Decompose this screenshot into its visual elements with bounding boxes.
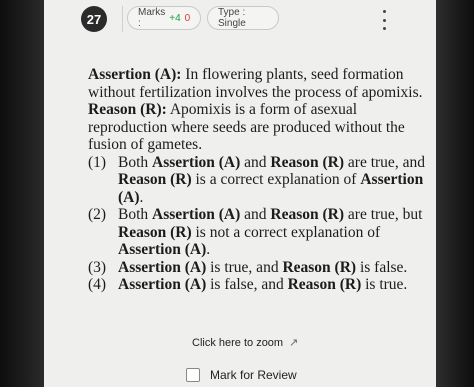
marks-positive: +4 — [169, 12, 181, 24]
marks-badge: Marks : +4 0 — [127, 6, 201, 30]
assertion-label: Assertion (A): — [88, 66, 182, 83]
question-number-badge: 27 — [81, 6, 107, 32]
header-divider — [122, 6, 123, 32]
question-body: Assertion (A): In flowering plants, seed… — [88, 66, 433, 294]
option-1[interactable]: (1) Both Assertion (A) and Reason (R) ar… — [88, 154, 433, 207]
option-text: Assertion (A) is true, and Reason (R) is… — [118, 258, 408, 276]
option-2[interactable]: (2) Both Assertion (A) and Reason (R) ar… — [88, 206, 433, 259]
option-text: Both Assertion (A) and Reason (R) are tr… — [118, 153, 425, 206]
type-label: Type : Single — [218, 7, 246, 29]
marks-label: Marks : — [138, 7, 166, 29]
review-checkbox[interactable] — [186, 368, 200, 382]
option-number: (3) — [88, 258, 107, 276]
marks-negative: 0 — [184, 12, 191, 24]
option-number: (4) — [88, 276, 107, 293]
option-number: (2) — [88, 206, 107, 223]
mark-for-review[interactable]: Mark for Review — [186, 368, 297, 382]
option-text: Assertion (A) is false, and Reason (R) i… — [118, 276, 408, 293]
option-number: (1) — [88, 153, 107, 171]
reason: Reason (R): Apomixis is a form of asexua… — [88, 101, 433, 154]
question-header: 27 Marks : +4 0 Type : Single — [44, 0, 436, 40]
zoom-label: Click here to zoom — [192, 336, 284, 349]
device-bezel-right — [436, 0, 474, 387]
expand-icon[interactable]: ↗ — [289, 336, 298, 349]
type-badge: Type : Single — [207, 6, 279, 30]
zoom-link[interactable]: Click here to zoom ↗ — [192, 336, 298, 350]
more-vertical-icon[interactable] — [378, 10, 390, 30]
reason-label: Reason (R): — [88, 101, 167, 118]
question-screen: 27 Marks : +4 0 Type : Single Assertion … — [44, 0, 436, 387]
option-text: Both Assertion (A) and Reason (R) are tr… — [118, 206, 423, 258]
assertion: Assertion (A): In flowering plants, seed… — [88, 66, 433, 101]
review-label: Mark for Review — [210, 368, 297, 382]
device-bezel-left — [0, 0, 44, 387]
option-3[interactable]: (3) Assertion (A) is true, and Reason (R… — [88, 259, 433, 277]
option-4[interactable]: (4) Assertion (A) is false, and Reason (… — [88, 276, 433, 294]
